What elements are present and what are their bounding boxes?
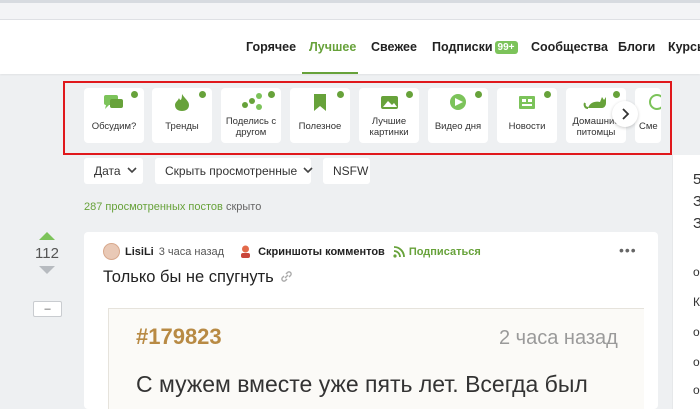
nav-communities[interactable]: Сообщества	[531, 40, 608, 54]
chevron-right-icon	[622, 108, 630, 120]
downvote-arrow-icon[interactable]	[39, 266, 55, 274]
post-meta: LisiLi 3 часа назад Скриншоты комментов …	[103, 243, 481, 260]
sidebar-line[interactable]: о	[693, 383, 700, 397]
category-new-dot	[613, 91, 620, 98]
viewed-posts-notice: 287 просмотренных постов скрыто	[84, 201, 261, 213]
category-label: Видео дня	[434, 121, 482, 132]
post-title-text: Только бы не спугнуть	[103, 268, 274, 286]
category-new-dot	[406, 91, 413, 98]
category-trends[interactable]: Тренды	[152, 88, 212, 143]
story-screenshot: #179823 2 часа назад С мужем вместе уже …	[108, 308, 644, 409]
sidebar-line[interactable]: о	[693, 325, 700, 339]
right-sidebar: 5 З З о К о о о	[672, 155, 700, 409]
nav-courses[interactable]: Курсы	[668, 40, 700, 54]
community-name[interactable]: Скриншоты комментов	[258, 246, 385, 258]
top-navigation: Горячее Лучшее Свежее Подписки 99+ Сообще…	[0, 20, 700, 74]
nsfw-filter[interactable]: NSFW	[323, 158, 370, 184]
hide-viewed-label: Скрыть просмотренные	[165, 164, 298, 178]
category-video-of-day[interactable]: Видео дня	[428, 88, 488, 143]
chevron-down-icon	[303, 167, 313, 174]
browser-accent	[0, 0, 700, 3]
author-name[interactable]: LisiLi	[125, 246, 154, 258]
category-label: Сме	[639, 121, 658, 132]
upvote-arrow-icon[interactable]	[39, 232, 55, 240]
sidebar-line: З	[693, 215, 700, 232]
subscribe-icon	[393, 245, 405, 258]
viewed-posts-suffix: скрыто	[225, 201, 262, 213]
post-title[interactable]: Только бы не спугнуть	[103, 268, 293, 287]
nav-subscriptions-label: Подписки	[432, 40, 493, 54]
vote-block: 112	[30, 232, 64, 274]
hide-viewed-filter[interactable]: Скрыть просмотренные	[155, 158, 313, 184]
date-filter[interactable]: Дата	[84, 158, 143, 184]
post-card: LisiLi 3 часа назад Скриншоты комментов …	[84, 232, 658, 409]
more-options-icon[interactable]: •••	[619, 242, 637, 258]
story-id: #179823	[136, 324, 222, 349]
category-best-pictures[interactable]: Лучшие картинки	[359, 88, 419, 143]
subscribe-button[interactable]: Подписаться	[409, 246, 481, 258]
category-new-dot	[131, 91, 138, 98]
chevron-down-icon	[127, 167, 137, 174]
category-new-dot	[268, 91, 275, 98]
community-avatar-icon[interactable]	[238, 244, 253, 259]
date-filter-label: Дата	[94, 164, 121, 178]
story-text: С мужем вместе уже пять лет. Всегда был	[136, 371, 588, 397]
sidebar-line[interactable]: о	[693, 265, 700, 279]
sidebar-line: З	[693, 193, 700, 210]
carousel-next-button[interactable]	[612, 101, 638, 127]
sidebar-line[interactable]: К	[693, 295, 700, 309]
category-useful[interactable]: Полезное	[290, 88, 350, 143]
post-rating: 112	[35, 245, 59, 262]
link-icon[interactable]	[280, 270, 293, 283]
nav-blogs[interactable]: Блоги	[618, 40, 655, 54]
category-share[interactable]: Поделись с другом	[221, 88, 281, 143]
nav-hot[interactable]: Горячее	[246, 40, 296, 54]
category-new-dot	[337, 91, 344, 98]
author-avatar[interactable]	[103, 243, 120, 260]
post-time: 3 часа назад	[158, 245, 225, 258]
sidebar-line: 5	[693, 171, 700, 188]
category-label: Полезное	[298, 121, 342, 132]
hide-post-button[interactable]: –	[33, 301, 62, 317]
subscriptions-badge: 99+	[494, 41, 518, 54]
smile-icon	[649, 94, 661, 110]
category-news[interactable]: Новости	[497, 88, 557, 143]
category-label: Тренды	[165, 121, 199, 132]
browser-bar	[0, 0, 700, 20]
category-discuss[interactable]: Обсудим?	[84, 88, 144, 143]
sidebar-line[interactable]: о	[693, 355, 700, 369]
category-funny[interactable]: Сме	[635, 88, 661, 143]
viewed-posts-link[interactable]: 287 просмотренных постов	[84, 201, 223, 213]
category-label: Лучшие картинки	[369, 116, 409, 138]
nav-fresh[interactable]: Свежее	[371, 40, 417, 54]
nav-best[interactable]: Лучшее	[309, 40, 356, 54]
category-label: Обсудим?	[91, 121, 137, 132]
active-tab-underline	[302, 72, 358, 74]
category-new-dot	[199, 91, 206, 98]
category-new-dot	[544, 91, 551, 98]
category-label: Поделись с другом	[225, 116, 277, 138]
category-label: Новости	[508, 121, 546, 132]
nav-subscriptions[interactable]: Подписки 99+	[432, 40, 518, 54]
story-time: 2 часа назад	[499, 327, 618, 349]
category-new-dot	[475, 91, 482, 98]
